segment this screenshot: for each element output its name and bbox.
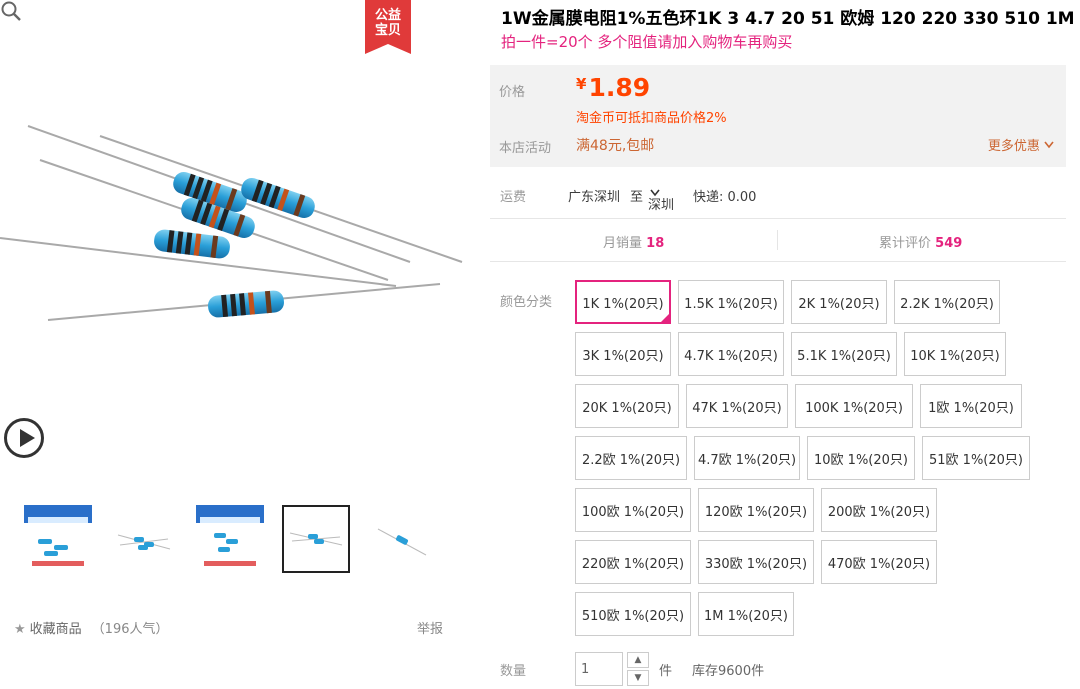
favorite-label: 收藏商品	[29, 622, 82, 637]
sku-option[interactable]: 1欧 1%(20只)	[920, 384, 1022, 428]
monthly-sales-label: 月销量	[603, 236, 643, 251]
stock-count: 库存9600件	[692, 664, 765, 679]
review-count-link[interactable]: 累计评价 549	[879, 232, 962, 251]
sku-option[interactable]: 3K 1%(20只)	[575, 332, 671, 376]
sku-option[interactable]: 4.7欧 1%(20只)	[694, 436, 800, 480]
price-label: 价格	[499, 85, 526, 100]
sku-option[interactable]: 510欧 1%(20只)	[575, 592, 691, 636]
sku-option[interactable]: 20K 1%(20只)	[575, 384, 679, 428]
divider	[490, 261, 1066, 262]
stats-divider	[777, 230, 778, 250]
report-link[interactable]: 举报	[417, 618, 443, 637]
sku-option[interactable]: 2K 1%(20只)	[791, 280, 887, 324]
price-value: ¥1.89	[576, 73, 650, 102]
monthly-sales: 月销量 18	[603, 232, 664, 251]
price-panel: 价格 ¥1.89 淘金币可抵扣商品价格2% 本店活动 满48元,包邮 更多优惠	[490, 65, 1066, 167]
sku-option[interactable]: 1M 1%(20只)	[698, 592, 794, 636]
quantity-label: 数量	[500, 664, 527, 679]
sku-option[interactable]: 10欧 1%(20只)	[807, 436, 915, 480]
star-icon: ★	[14, 622, 26, 637]
favorite-button[interactable]: ★ 收藏商品 （196人气）	[14, 618, 169, 637]
divider	[490, 218, 1066, 219]
express-fee: 快递: 0.00	[693, 190, 757, 205]
monthly-sales-value: 18	[646, 236, 665, 251]
currency-symbol: ¥	[576, 75, 587, 93]
main-product-image[interactable]: 公益 宝贝	[0, 0, 468, 482]
thumbnail-3[interactable]	[196, 505, 264, 573]
sku-option[interactable]: 1K 1%(20只)	[575, 280, 671, 324]
more-promotions-label: 更多优惠	[987, 139, 1040, 154]
sku-option[interactable]: 2.2K 1%(20只)	[894, 280, 1000, 324]
sku-option[interactable]: 200欧 1%(20只)	[821, 488, 937, 532]
sku-option[interactable]: 51欧 1%(20只)	[922, 436, 1030, 480]
sku-option[interactable]: 100K 1%(20只)	[795, 384, 913, 428]
sku-option[interactable]: 2.2欧 1%(20只)	[575, 436, 687, 480]
review-count-value: 549	[935, 236, 963, 251]
thumbnail-2[interactable]	[110, 505, 178, 573]
coin-discount-note: 淘金币可抵扣商品价格2%	[576, 111, 727, 126]
shipping-label: 运费	[500, 190, 527, 205]
shipping-from: 广东深圳	[568, 190, 621, 205]
product-subtitle: 拍一件=20个 多个阻值请加入购物车再购买	[501, 33, 793, 51]
price-number: 1.89	[588, 73, 651, 102]
sku-label: 颜色分类	[500, 295, 553, 310]
sku-option[interactable]: 100欧 1%(20只)	[575, 488, 691, 532]
thumbnail-5[interactable]	[368, 505, 436, 573]
sales-stats: 月销量 18 累计评价 549	[490, 222, 1066, 260]
quantity-decrease-button[interactable]: ▼	[627, 670, 649, 686]
sku-option[interactable]: 470欧 1%(20只)	[821, 540, 937, 584]
zoom-icon[interactable]	[0, 0, 22, 22]
quantity-unit: 件	[659, 664, 673, 679]
shipping-destination: 深圳	[648, 198, 675, 213]
shipping-to-word: 至	[630, 190, 644, 205]
chevron-down-icon	[1044, 141, 1054, 149]
sku-option[interactable]: 220欧 1%(20只)	[575, 540, 691, 584]
popularity-count: （196人气）	[91, 622, 169, 637]
promo-label: 本店活动	[499, 141, 552, 156]
sku-option[interactable]: 47K 1%(20只)	[686, 384, 788, 428]
promo-text: 满48元,包邮	[576, 138, 655, 154]
quantity-increase-button[interactable]: ▲	[627, 652, 649, 668]
play-icon[interactable]	[4, 418, 44, 458]
product-title: 1W金属膜电阻1%五色环1K 3 4.7 20 51 欧姆 120 220 33…	[501, 9, 1075, 29]
sku-option[interactable]: 10K 1%(20只)	[904, 332, 1006, 376]
sku-option[interactable]: 4.7K 1%(20只)	[678, 332, 784, 376]
sku-option[interactable]: 330欧 1%(20只)	[698, 540, 814, 584]
review-count-label: 累计评价	[879, 236, 932, 251]
charity-badge-line1: 公益	[374, 8, 401, 23]
quantity-input[interactable]	[575, 652, 623, 686]
sku-option[interactable]: 5.1K 1%(20只)	[791, 332, 897, 376]
resistors-photo	[0, 125, 463, 321]
thumbnail-1[interactable]	[24, 505, 92, 573]
shipping-destination-select[interactable]: 深圳	[648, 186, 674, 213]
sku-option[interactable]: 1.5K 1%(20只)	[678, 280, 784, 324]
more-promotions-link[interactable]: 更多优惠	[988, 135, 1054, 154]
shipping-row: 运费 广东深圳 至 深圳 快递: 0.00	[490, 178, 1066, 213]
charity-badge: 公益 宝贝	[365, 0, 411, 54]
sku-option[interactable]: 120欧 1%(20只)	[698, 488, 814, 532]
charity-badge-line2: 宝贝	[374, 23, 401, 38]
thumbnail-4[interactable]	[282, 505, 350, 573]
thumbnail-strip	[18, 505, 458, 573]
